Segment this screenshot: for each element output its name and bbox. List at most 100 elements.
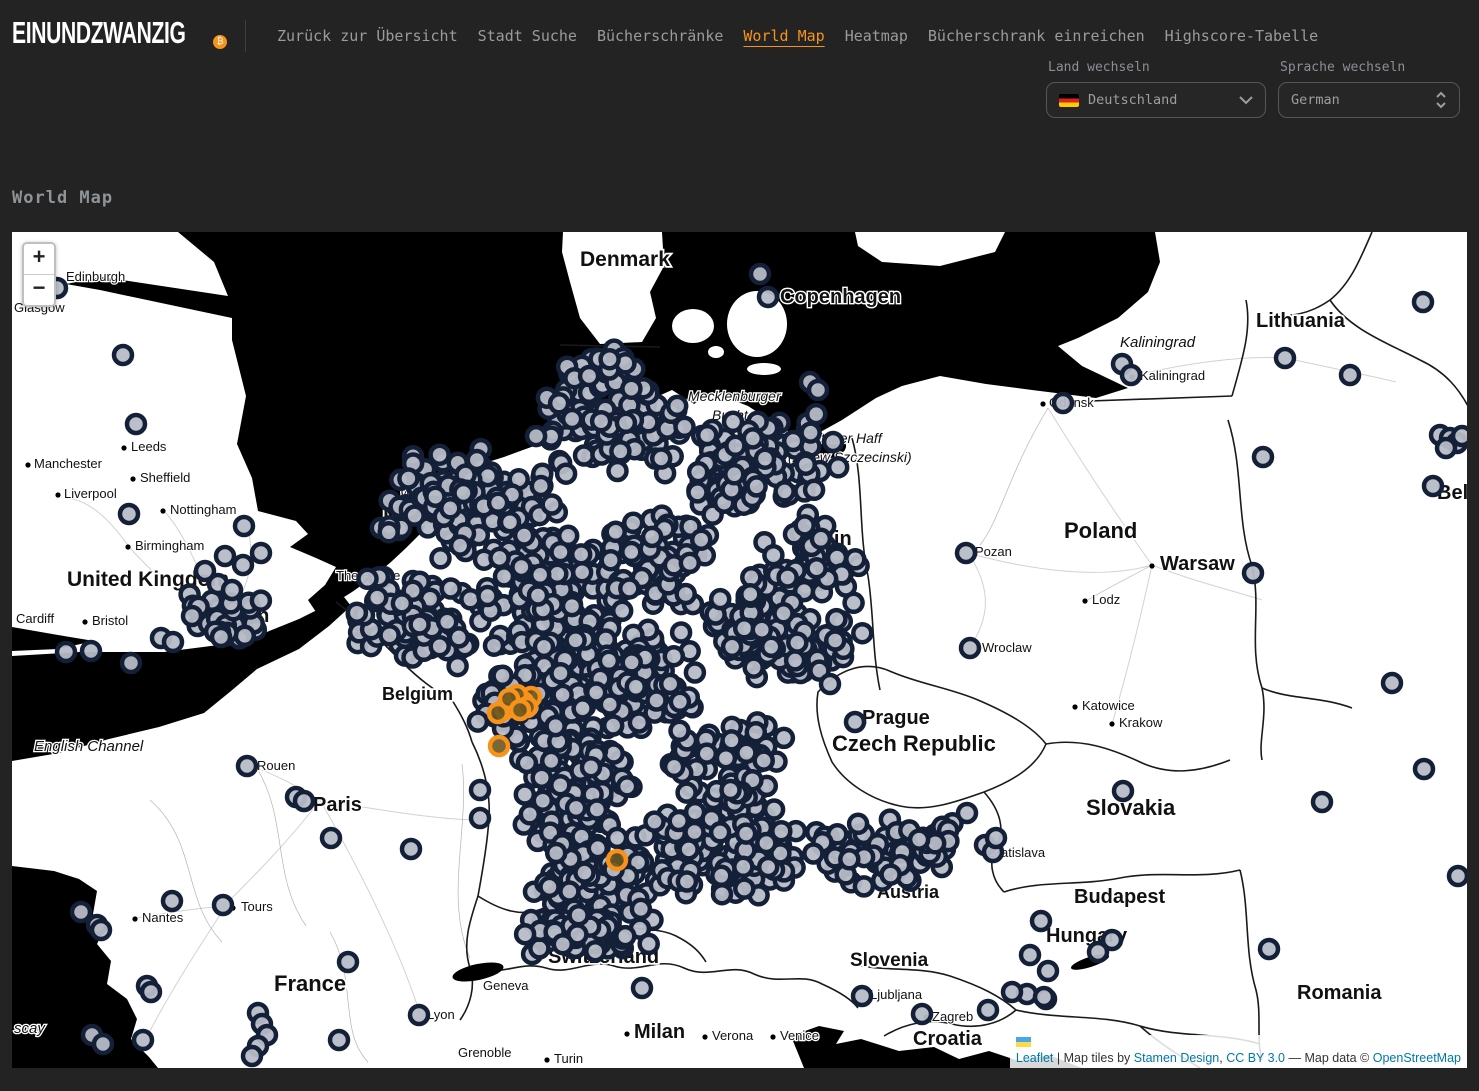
map-marker[interactable] — [678, 784, 696, 802]
map-marker[interactable] — [471, 781, 489, 799]
map-marker[interactable] — [441, 499, 459, 517]
map-marker[interactable] — [234, 556, 252, 574]
map-marker[interactable] — [602, 551, 620, 569]
map-marker[interactable] — [94, 1035, 112, 1053]
map-marker[interactable] — [381, 626, 399, 644]
nav-item-einreichen[interactable]: Bücherschrank einreichen — [928, 27, 1145, 45]
map-marker[interactable] — [717, 749, 735, 767]
map-marker[interactable] — [1103, 931, 1121, 949]
map-marker[interactable] — [563, 597, 581, 615]
country-select[interactable]: Deutschland — [1046, 82, 1266, 118]
map-marker[interactable] — [698, 426, 716, 444]
map-marker[interactable] — [547, 844, 565, 862]
map-marker[interactable] — [711, 823, 729, 841]
map-marker[interactable] — [550, 394, 568, 412]
map-marker[interactable] — [681, 554, 699, 572]
openstreetmap-link[interactable]: OpenStreetMap — [1373, 1051, 1461, 1065]
map-marker[interactable] — [580, 367, 598, 385]
map-marker[interactable] — [624, 514, 642, 532]
map-marker[interactable] — [958, 804, 976, 822]
map-marker[interactable] — [775, 604, 793, 622]
map-marker[interactable] — [515, 527, 533, 545]
map-marker[interactable] — [1276, 349, 1294, 367]
map-marker[interactable] — [339, 953, 357, 971]
map-marker[interactable] — [574, 699, 592, 717]
map-marker[interactable] — [471, 809, 489, 827]
map-marker[interactable] — [235, 517, 253, 535]
map-marker[interactable] — [535, 638, 553, 656]
map-marker[interactable] — [410, 1006, 428, 1024]
map-marker[interactable] — [734, 858, 752, 876]
map-marker[interactable] — [648, 692, 666, 710]
map-marker[interactable] — [586, 942, 604, 960]
map-marker[interactable] — [689, 463, 707, 481]
map-marker[interactable] — [668, 397, 686, 415]
map-marker[interactable] — [618, 777, 636, 795]
map-marker[interactable] — [547, 717, 565, 735]
map-marker[interactable] — [557, 465, 575, 483]
map-marker[interactable] — [756, 450, 774, 468]
map-marker[interactable] — [1383, 674, 1401, 692]
map-marker[interactable] — [824, 433, 842, 451]
map-marker[interactable] — [762, 638, 780, 656]
map-marker[interactable] — [330, 1031, 348, 1049]
map-marker[interactable] — [805, 481, 823, 499]
map-marker[interactable] — [1437, 439, 1455, 457]
map-marker[interactable] — [563, 410, 581, 428]
nav-item-stadt-suche[interactable]: Stadt Suche — [478, 27, 577, 45]
map-marker[interactable] — [725, 465, 743, 483]
map-marker[interactable] — [1414, 293, 1432, 311]
map-marker[interactable] — [776, 482, 794, 500]
zoom-out-button[interactable]: − — [24, 274, 54, 305]
map-marker[interactable] — [359, 570, 377, 588]
map-marker[interactable] — [613, 602, 631, 620]
map-marker[interactable] — [961, 639, 979, 657]
map-marker[interactable] — [652, 450, 670, 468]
map-marker[interactable] — [518, 754, 536, 772]
map-marker[interactable] — [393, 594, 411, 612]
map-marker[interactable] — [882, 866, 900, 884]
leaflet-link[interactable]: Leaflet — [1016, 1051, 1054, 1065]
map-marker[interactable] — [322, 829, 340, 847]
map-marker[interactable] — [252, 592, 270, 610]
map-marker[interactable] — [1313, 793, 1331, 811]
map-marker[interactable] — [1003, 983, 1021, 1001]
map-marker[interactable] — [529, 587, 547, 605]
map-marker[interactable] — [1424, 477, 1442, 495]
map-marker[interactable] — [57, 643, 75, 661]
map-marker[interactable] — [676, 418, 694, 436]
map-marker[interactable] — [431, 446, 449, 464]
map-marker[interactable] — [608, 829, 626, 847]
map-marker[interactable] — [468, 451, 486, 469]
nav-item-highscore[interactable]: Highscore-Tabelle — [1165, 27, 1319, 45]
map-marker[interactable] — [532, 477, 550, 495]
map-marker[interactable] — [183, 607, 201, 625]
map-marker[interactable] — [622, 380, 640, 398]
nav-item-heatmap[interactable]: Heatmap — [845, 27, 908, 45]
map-marker[interactable] — [451, 537, 469, 555]
map-marker[interactable] — [623, 653, 641, 671]
map-marker[interactable] — [630, 714, 648, 732]
map-marker[interactable] — [751, 265, 769, 283]
map-marker[interactable] — [808, 559, 826, 577]
map-marker[interactable] — [527, 427, 545, 445]
map-marker[interactable] — [82, 642, 100, 660]
map-marker[interactable] — [442, 580, 460, 598]
map-marker[interactable] — [516, 786, 534, 804]
map-marker[interactable] — [677, 585, 695, 603]
map-marker[interactable] — [764, 546, 782, 564]
language-select[interactable]: German — [1278, 82, 1460, 118]
map-marker[interactable] — [757, 834, 775, 852]
map-marker[interactable] — [243, 1047, 261, 1065]
map-marker[interactable] — [796, 516, 814, 534]
map-marker[interactable] — [1260, 940, 1278, 958]
map-marker[interactable] — [987, 829, 1005, 847]
map-marker[interactable] — [784, 432, 802, 450]
map-marker[interactable] — [692, 531, 710, 549]
map-marker[interactable] — [646, 813, 664, 831]
map-marker[interactable] — [845, 594, 863, 612]
map-marker[interactable] — [711, 590, 729, 608]
map-marker[interactable] — [122, 654, 140, 672]
map-marker[interactable] — [588, 801, 606, 819]
nav-item-buecherschraenke[interactable]: Bücherschränke — [597, 27, 723, 45]
